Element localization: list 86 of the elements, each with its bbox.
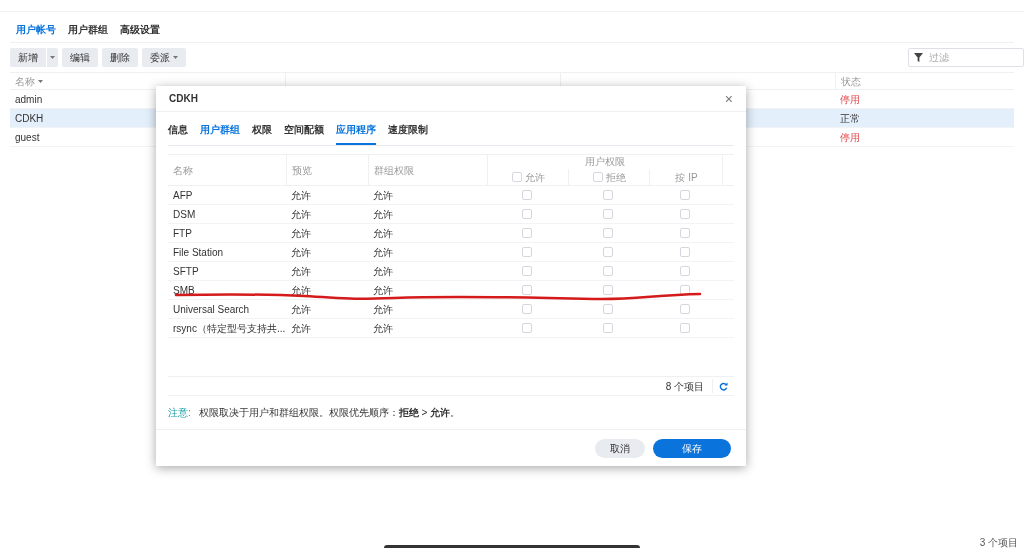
table-cell-text: 允许 (372, 245, 394, 260)
column-header: 用户权限 (585, 155, 625, 169)
table-cell-text: CDKH (14, 111, 45, 126)
cancel-button[interactable]: 取消 (595, 438, 645, 458)
table-cell-text: 允许 (290, 302, 312, 317)
table-cell-text: 允许 (372, 207, 394, 222)
checkbox[interactable] (522, 266, 532, 276)
checkbox[interactable] (522, 323, 532, 333)
checkbox[interactable] (680, 228, 690, 238)
checkbox[interactable] (602, 304, 613, 314)
note-label: 注意: (168, 406, 191, 420)
table-cell-text: Universal Search (172, 302, 251, 317)
item-count: 8 个项目 (664, 379, 705, 394)
column-header: 允许 (524, 170, 545, 185)
table-cell-text: 允许 (372, 226, 394, 241)
item-count: 3 个项目 (979, 537, 1018, 548)
checkbox[interactable] (680, 323, 690, 333)
refresh-icon[interactable] (719, 381, 728, 391)
tab[interactable]: 应用程序 (336, 122, 376, 145)
save-button[interactable]: 保存 (653, 438, 731, 458)
tab[interactable]: 信息 (168, 122, 188, 145)
status-text: 正常 (839, 111, 861, 126)
checkbox[interactable] (522, 247, 532, 257)
caret-icon (50, 56, 55, 59)
checkbox[interactable] (602, 323, 613, 333)
status-text: 停用 (839, 130, 861, 145)
table-cell-text: guest (14, 130, 41, 145)
checkbox[interactable] (680, 209, 690, 219)
table-cell-text: 允许 (372, 302, 394, 317)
tab[interactable]: 用户群组 (200, 122, 240, 145)
table-cell-text: AFP (172, 188, 194, 203)
checkbox[interactable] (602, 266, 613, 276)
dialog-title: CDKH (169, 92, 198, 106)
table-cell-text: 允许 (290, 321, 312, 336)
caret-icon (173, 56, 178, 59)
table-cell-text: rsync（特定型号支持共... (172, 321, 287, 336)
status-text: 停用 (839, 92, 861, 107)
checkbox[interactable] (680, 266, 690, 276)
column-header: 按 IP (675, 170, 698, 185)
checkbox[interactable] (680, 247, 690, 257)
table-cell-text: 允许 (290, 245, 312, 260)
checkbox[interactable] (680, 285, 690, 295)
checkbox[interactable] (602, 190, 613, 200)
table-cell-text: 允许 (372, 264, 394, 279)
tab[interactable]: 速度限制 (388, 122, 428, 145)
tab[interactable]: 权限 (252, 122, 272, 145)
table-cell-text: 允许 (372, 188, 394, 203)
menu-button[interactable]: 委派 (142, 48, 186, 67)
table-cell-text: 允许 (290, 264, 312, 279)
note-text: 权限取决于用户和群组权限。权限优先顺序：拒绝 > 允许。 (198, 406, 461, 420)
table-cell-text: 允许 (372, 321, 394, 336)
table-cell-text: 允许 (290, 188, 312, 203)
close-button[interactable]: × (724, 91, 733, 106)
split-button[interactable]: 新增 (10, 48, 58, 67)
checkbox[interactable] (602, 285, 613, 295)
table-cell-text: SFTP (172, 264, 200, 279)
table-cell-text: FTP (172, 226, 193, 241)
column-header: 拒绝 (605, 170, 626, 185)
checkbox[interactable] (680, 304, 690, 314)
checkbox[interactable] (602, 247, 613, 257)
checkbox[interactable] (592, 172, 603, 182)
checkbox[interactable] (602, 209, 613, 219)
checkbox[interactable] (522, 228, 532, 238)
table-cell-text: DSM (172, 207, 197, 222)
table-cell-text: 允许 (290, 207, 312, 222)
table-cell-text: File Station (172, 245, 225, 260)
toolbar-button[interactable]: 删除 (102, 48, 138, 67)
checkbox[interactable] (522, 209, 532, 219)
filter-field[interactable]: 过滤 (908, 48, 1024, 67)
toolbar-button[interactable]: 编辑 (62, 48, 98, 67)
table-cell-text: SMB (172, 283, 196, 298)
checkbox[interactable] (680, 190, 690, 200)
tab[interactable]: 用户帐号 (16, 22, 56, 37)
table-cell-text: admin (14, 92, 44, 107)
filter-icon (914, 53, 923, 62)
table-cell-text: 允许 (290, 226, 312, 241)
checkbox[interactable] (522, 190, 532, 200)
checkbox[interactable] (511, 172, 522, 182)
tab[interactable]: 高级设置 (120, 22, 160, 37)
table-cell-text: 允许 (372, 283, 394, 298)
tab[interactable]: 空间配额 (284, 122, 324, 145)
table-cell-text: 允许 (290, 283, 312, 298)
checkbox[interactable] (602, 228, 613, 238)
checkbox[interactable] (522, 285, 532, 295)
tab[interactable]: 用户群组 (68, 22, 108, 37)
checkbox[interactable] (522, 304, 532, 314)
